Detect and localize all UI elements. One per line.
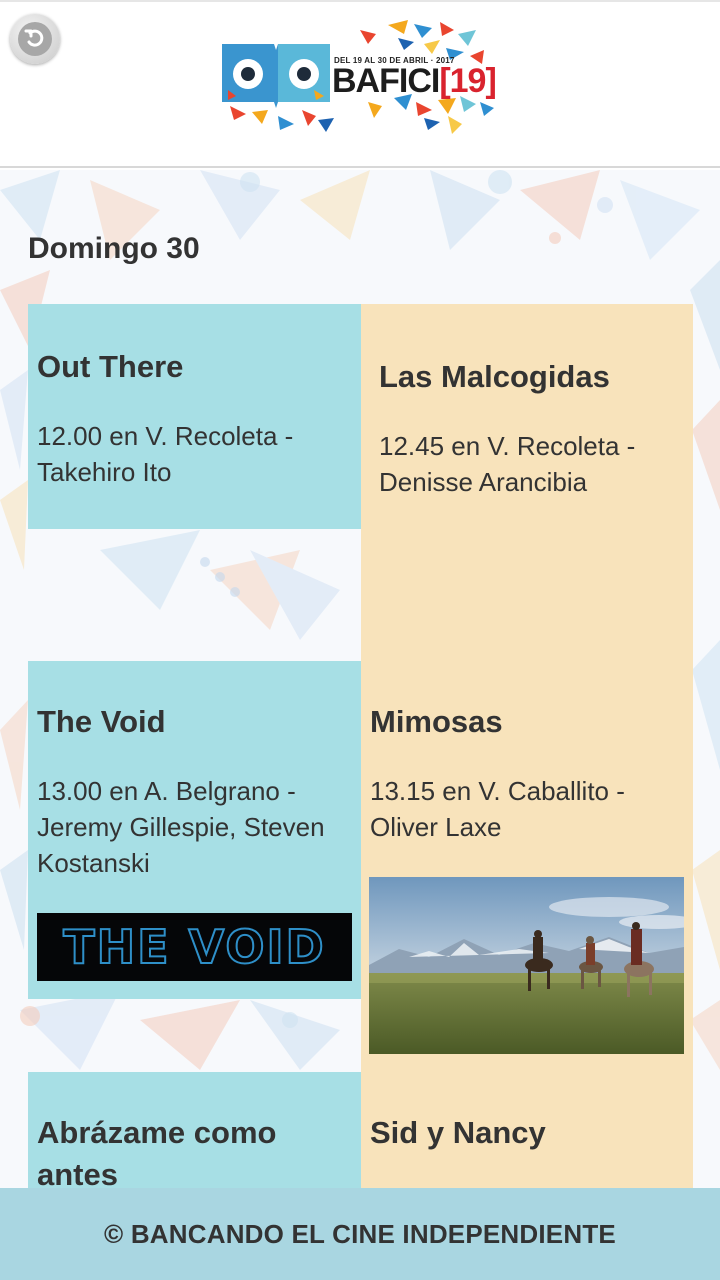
screening-details: 12.00 en V. Recoleta - Takehiro Ito [37,421,294,487]
screening-card[interactable]: Sid y Nancy [361,1072,693,1188]
day-title: Domingo 30 [28,232,200,265]
screening-title: Abrázame como antes [37,1115,277,1188]
logo-name: BAFICI[19] [332,62,497,100]
footer-text: © BANCANDO EL CINE INDEPENDIENTE [104,1218,616,1249]
logo-edition: [19] [439,62,496,100]
back-arrow-icon [18,22,52,56]
screening-title: Las Malcogidas [379,359,610,394]
screening-card[interactable]: Las Malcogidas 12.45 en V. Recoleta - De… [361,304,693,661]
screening-details: 13.00 en A. Belgrano - Jeremy Gillespie,… [37,776,325,878]
app-header: DEL 19 AL 30 DE ABRIL · 2017 BAFICI[19] [0,0,720,168]
screening-details: 12.45 en V. Recoleta - Denisse Arancibia [379,431,636,497]
mimosas-still[interactable] [369,877,684,1054]
screening-title: The Void [37,704,166,739]
screening-card[interactable]: Out There 12.00 en V. Recoleta - Takehir… [28,304,361,529]
screening-details: 13.15 en V. Caballito - Oliver Laxe [370,776,625,842]
screening-card[interactable]: Abrázame como antes [28,1072,361,1188]
logo-title: BAFICI [332,62,440,100]
back-button[interactable] [10,14,60,64]
the-void-poster[interactable]: THE VOID [37,913,352,981]
footer-bar: © BANCANDO EL CINE INDEPENDIENTE [0,1188,720,1280]
poster-title: THE VOID [62,919,326,975]
screening-title: Sid y Nancy [370,1115,546,1150]
bafici-logo: DEL 19 AL 30 DE ABRIL · 2017 BAFICI[19] [218,20,508,140]
screening-title: Mimosas [370,704,503,739]
screening-title: Out There [37,349,184,384]
